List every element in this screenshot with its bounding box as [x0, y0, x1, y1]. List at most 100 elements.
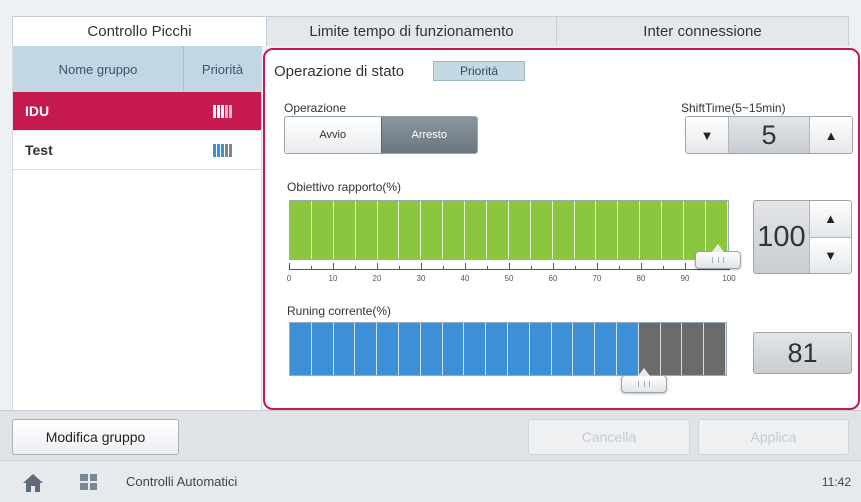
target-ratio-segment — [552, 201, 575, 259]
status-bar: Controlli Automatici 11:42 — [0, 460, 861, 502]
target-ratio-segment — [421, 201, 444, 259]
start-button[interactable]: Avvio — [285, 117, 381, 153]
group-name: Test — [25, 142, 53, 158]
edit-group-button[interactable]: Modifica gruppo — [12, 419, 179, 455]
running-current-segment — [551, 323, 574, 375]
priority-cell — [184, 143, 261, 157]
scale-tick — [421, 263, 422, 270]
clock: 11:42 — [821, 475, 851, 489]
target-ratio-bar[interactable] — [289, 200, 729, 260]
running-current-segment — [704, 323, 726, 375]
target-ratio-segment — [443, 201, 466, 259]
target-ratio-segment — [662, 201, 685, 259]
target-ratio-segment — [311, 201, 334, 259]
running-current-segment — [377, 323, 399, 375]
scale-tick — [685, 263, 686, 270]
scale-tick — [509, 263, 510, 270]
home-icon[interactable] — [22, 473, 44, 493]
state-operation-panel: Operazione di stato Priorità Operazione … — [263, 48, 860, 410]
target-ratio-segment — [355, 201, 378, 259]
tab-inter-connessione[interactable]: Inter connessione — [557, 16, 849, 46]
target-ratio-segment — [290, 201, 312, 259]
apply-button[interactable]: Applica — [698, 419, 849, 455]
target-ratio-segment — [377, 201, 400, 259]
target-ratio-segment — [596, 201, 619, 259]
tab-bar: Controllo Picchi Limite tempo di funzion… — [12, 16, 849, 46]
target-ratio-segment — [487, 201, 509, 259]
scale-tick — [531, 266, 532, 270]
running-current-segment — [616, 323, 639, 375]
target-ratio-value: 100 — [754, 201, 810, 273]
stop-button[interactable]: Arresto — [380, 117, 477, 153]
column-header-priority: Priorità — [201, 61, 244, 77]
scale-tick — [355, 266, 356, 270]
tab-limite-tempo[interactable]: Limite tempo di funzionamento — [267, 16, 557, 46]
running-current-segment — [660, 323, 683, 375]
running-current-segment — [442, 323, 465, 375]
apps-grid-icon[interactable] — [80, 474, 97, 490]
scale-tick — [333, 263, 334, 270]
target-ratio-step-buttons: ▲ ▼ — [810, 201, 851, 273]
scale-tick — [443, 266, 444, 270]
group-row-idu[interactable]: IDU — [13, 92, 261, 131]
target-ratio-segment — [574, 201, 597, 259]
target-ratio-segment — [508, 201, 531, 259]
scale-tick — [289, 263, 290, 270]
running-current-segment — [595, 323, 617, 375]
scale-tick-label: 40 — [460, 274, 470, 283]
scale-tick — [553, 263, 554, 270]
scale-tick-label: 0 — [286, 274, 292, 283]
target-ratio-scale: 0 10 20 30 40 50 60 70 80 90 100 — [286, 259, 736, 289]
group-list-panel: Nome gruppo Priorità IDU Test — [12, 46, 262, 410]
running-current-segment — [398, 323, 421, 375]
scale-tick-label: 80 — [636, 274, 646, 283]
running-current-value: 81 — [753, 332, 852, 374]
tab-controllo-picchi[interactable]: Controllo Picchi — [12, 16, 267, 46]
scale-tick-label: 60 — [548, 274, 558, 283]
state-title: Operazione di stato — [274, 63, 405, 80]
scale-tick — [641, 263, 642, 270]
triangle-up-icon: ▲ — [824, 127, 838, 143]
scale-tick — [399, 266, 400, 270]
group-name: IDU — [25, 103, 50, 119]
priority-bars-icon — [213, 143, 232, 157]
target-ratio-label: Obiettivo rapporto(%) — [287, 180, 402, 194]
group-row-test[interactable]: Test — [13, 131, 261, 170]
target-ratio-decrease-button[interactable]: ▼ — [810, 236, 851, 273]
column-header-name: Nome gruppo — [13, 46, 184, 92]
scale-tick — [597, 263, 598, 270]
group-list-header: Nome gruppo Priorità — [13, 46, 261, 92]
operation-label: Operazione — [284, 101, 347, 115]
shift-time-stepper: ▼ 5 ▲ — [685, 116, 853, 154]
scale-tick-label: 90 — [680, 274, 690, 283]
grip-icon — [637, 381, 650, 387]
scale-tick-label: 100 — [722, 274, 736, 283]
scale-tick-label: 30 — [416, 274, 426, 283]
cancel-button[interactable]: Cancella — [528, 419, 690, 455]
scale-tick-label: 70 — [592, 274, 602, 283]
running-current-bar — [289, 322, 727, 376]
scale-tick — [575, 266, 576, 270]
running-current-segment — [486, 323, 508, 375]
triangle-down-icon: ▼ — [700, 127, 714, 143]
shift-time-value: 5 — [728, 117, 810, 153]
running-current-segment — [507, 323, 530, 375]
target-ratio-segment — [399, 201, 422, 259]
running-current-marker — [620, 368, 667, 393]
scale-tick — [663, 266, 664, 270]
triangle-down-icon: ▼ — [824, 247, 837, 263]
shift-time-label: ShiftTime(5~15min) — [681, 101, 786, 115]
target-ratio-slider-handle[interactable] — [695, 244, 741, 269]
scale-tick-label: 50 — [504, 274, 514, 283]
running-current-segment — [311, 323, 334, 375]
target-ratio-stepper: 100 ▲ ▼ — [753, 200, 852, 274]
scale-tick — [465, 263, 466, 270]
running-current-segment — [529, 323, 552, 375]
running-current-segment — [333, 323, 356, 375]
shift-time-increase-button[interactable]: ▲ — [810, 117, 852, 153]
target-ratio-increase-button[interactable]: ▲ — [810, 201, 851, 237]
marker-pointer-icon — [637, 368, 650, 376]
shift-time-decrease-button[interactable]: ▼ — [686, 117, 728, 153]
scale-tick — [311, 266, 312, 270]
operation-toggle: Avvio Arresto — [284, 116, 478, 154]
